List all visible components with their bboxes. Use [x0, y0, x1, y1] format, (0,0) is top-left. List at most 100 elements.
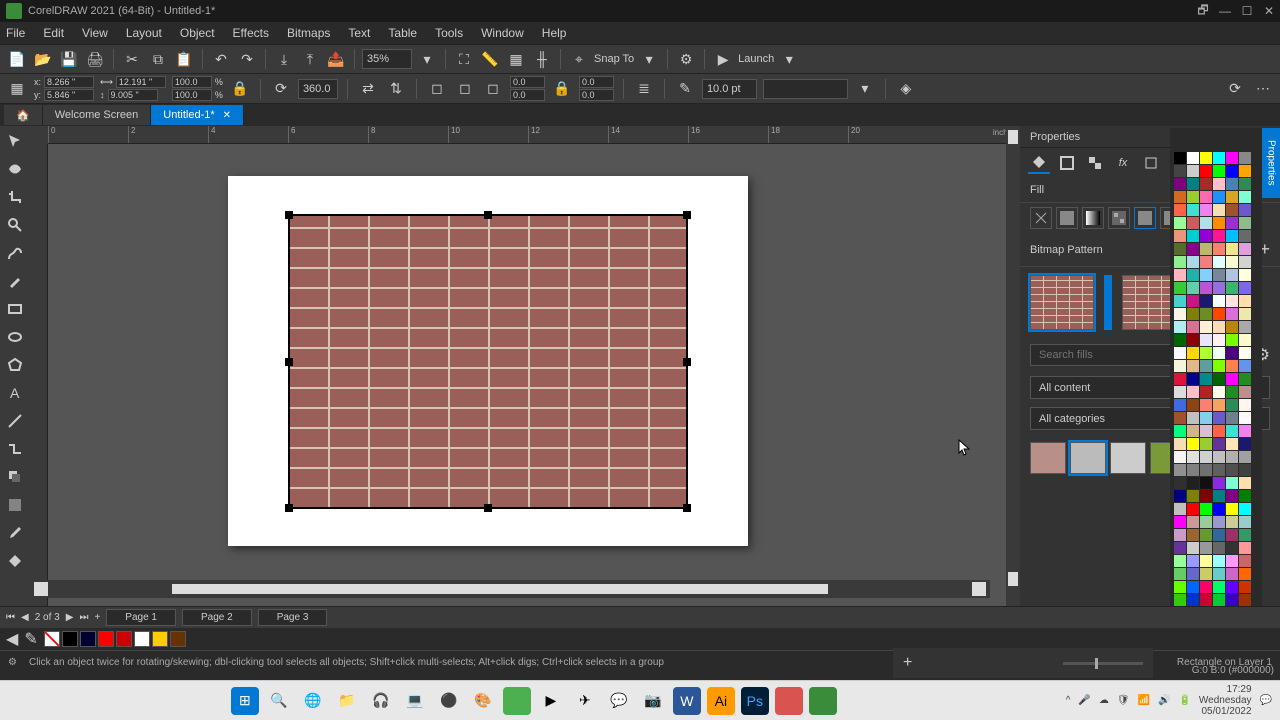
width-input[interactable]: [116, 76, 166, 88]
color-swatch[interactable]: [1200, 308, 1212, 320]
color-swatch[interactable]: [1213, 386, 1225, 398]
color-swatch[interactable]: [1226, 529, 1238, 541]
color-swatch[interactable]: [1187, 334, 1199, 346]
color-swatch[interactable]: [1187, 438, 1199, 450]
color-swatch[interactable]: [1226, 165, 1238, 177]
color-swatch[interactable]: [1187, 165, 1199, 177]
vector-pattern-icon[interactable]: [1108, 207, 1130, 229]
color-swatch[interactable]: [1226, 178, 1238, 190]
color-swatch[interactable]: [1239, 321, 1251, 333]
color-swatch[interactable]: [1213, 412, 1225, 424]
color-swatch[interactable]: [1174, 295, 1186, 307]
resize-handle[interactable]: [285, 358, 293, 366]
app-icon[interactable]: 🎧: [367, 687, 395, 715]
no-fill-icon[interactable]: [1030, 207, 1052, 229]
color-swatch[interactable]: [1239, 503, 1251, 515]
uniform-fill-icon[interactable]: [1056, 207, 1078, 229]
pick-tool-icon[interactable]: [4, 130, 26, 152]
color-swatch[interactable]: [1239, 165, 1251, 177]
color-swatch[interactable]: [1187, 373, 1199, 385]
color-swatch[interactable]: [1226, 386, 1238, 398]
resize-handle[interactable]: [683, 211, 691, 219]
presets-icon[interactable]: ▦: [6, 78, 28, 100]
redo-icon[interactable]: ↷: [236, 48, 258, 70]
fountain-fill-icon[interactable]: [1082, 207, 1104, 229]
color-swatch[interactable]: [1187, 490, 1199, 502]
color-swatch[interactable]: [1213, 568, 1225, 580]
color-swatch[interactable]: [1239, 152, 1251, 164]
export-icon[interactable]: ⤒: [299, 48, 321, 70]
color-swatch[interactable]: [1174, 529, 1186, 541]
color-swatch[interactable]: [1200, 178, 1212, 190]
color-swatch[interactable]: [1174, 230, 1186, 242]
color-swatch[interactable]: [62, 631, 78, 647]
color-swatch[interactable]: [1213, 243, 1225, 255]
color-swatch[interactable]: [1226, 256, 1238, 268]
color-swatch[interactable]: [1174, 438, 1186, 450]
chevron-down-icon[interactable]: ▾: [854, 78, 876, 100]
first-page-icon[interactable]: ⏮: [6, 612, 15, 623]
pattern-swatch[interactable]: [1110, 442, 1146, 474]
color-swatch[interactable]: [1213, 204, 1225, 216]
pattern-slider[interactable]: [1104, 275, 1112, 330]
fill-tab-icon[interactable]: [1028, 152, 1050, 174]
fx-tab-icon[interactable]: fx: [1112, 152, 1134, 174]
shield-icon[interactable]: 🛡: [1117, 695, 1130, 706]
color-swatch[interactable]: [1200, 477, 1212, 489]
color-swatch[interactable]: [1226, 204, 1238, 216]
color-swatch[interactable]: [1174, 516, 1186, 528]
properties-side-tab[interactable]: Properties: [1262, 128, 1280, 198]
color-swatch[interactable]: [1213, 334, 1225, 346]
scale-y[interactable]: [172, 89, 212, 101]
menu-view[interactable]: View: [82, 26, 108, 40]
convert-curves-icon[interactable]: ◈: [895, 78, 917, 100]
options-icon[interactable]: ⚙: [675, 48, 697, 70]
color-swatch[interactable]: [1187, 360, 1199, 372]
opacity-slider[interactable]: [1063, 662, 1143, 665]
color-swatch[interactable]: [1226, 464, 1238, 476]
color-swatch[interactable]: [1200, 412, 1212, 424]
color-swatch[interactable]: [1200, 165, 1212, 177]
color-swatch[interactable]: [1200, 334, 1212, 346]
color-swatch[interactable]: [1239, 490, 1251, 502]
color-swatch[interactable]: [1213, 256, 1225, 268]
color-swatch[interactable]: [1187, 178, 1199, 190]
color-swatch[interactable]: [1239, 477, 1251, 489]
transparency-tab-icon[interactable]: [1084, 152, 1106, 174]
color-swatch[interactable]: [1239, 555, 1251, 567]
canvas-area[interactable]: 02468101214161820inches: [30, 126, 1020, 606]
color-swatch[interactable]: [1239, 373, 1251, 385]
outline-width[interactable]: [702, 79, 757, 99]
snap-label[interactable]: Snap To: [594, 53, 634, 65]
mirror-h-icon[interactable]: ⇄: [357, 78, 379, 100]
color-swatch[interactable]: [1187, 191, 1199, 203]
color-swatch[interactable]: [1187, 477, 1199, 489]
prev-page-icon[interactable]: ◀: [21, 612, 29, 623]
color-swatch[interactable]: [1174, 503, 1186, 515]
color-swatch[interactable]: [1213, 178, 1225, 190]
copy-icon[interactable]: ⧉: [147, 48, 169, 70]
color-swatch[interactable]: [1239, 594, 1251, 606]
color-swatch[interactable]: [1200, 217, 1212, 229]
onedrive-icon[interactable]: ☁: [1099, 695, 1109, 706]
color-swatch[interactable]: [1239, 243, 1251, 255]
color-swatch[interactable]: [134, 631, 150, 647]
zoom-input[interactable]: [362, 49, 412, 69]
menu-window[interactable]: Window: [481, 26, 524, 40]
color-swatch[interactable]: [1200, 373, 1212, 385]
color-swatch[interactable]: [1174, 412, 1186, 424]
color-swatch[interactable]: [1239, 217, 1251, 229]
color-swatch[interactable]: [1187, 152, 1199, 164]
color-swatch[interactable]: [1200, 555, 1212, 567]
color-swatch[interactable]: [1213, 477, 1225, 489]
launch-label[interactable]: Launch: [738, 53, 774, 65]
color-swatch[interactable]: [1174, 555, 1186, 567]
color-swatch[interactable]: [1187, 256, 1199, 268]
color-swatch[interactable]: [1187, 516, 1199, 528]
rotation-input[interactable]: [298, 79, 338, 99]
color-swatch[interactable]: [1200, 529, 1212, 541]
color-swatch[interactable]: [1213, 490, 1225, 502]
color-swatch[interactable]: [1187, 542, 1199, 554]
color-swatch[interactable]: [1174, 477, 1186, 489]
parallel-dim-icon[interactable]: [4, 410, 26, 432]
